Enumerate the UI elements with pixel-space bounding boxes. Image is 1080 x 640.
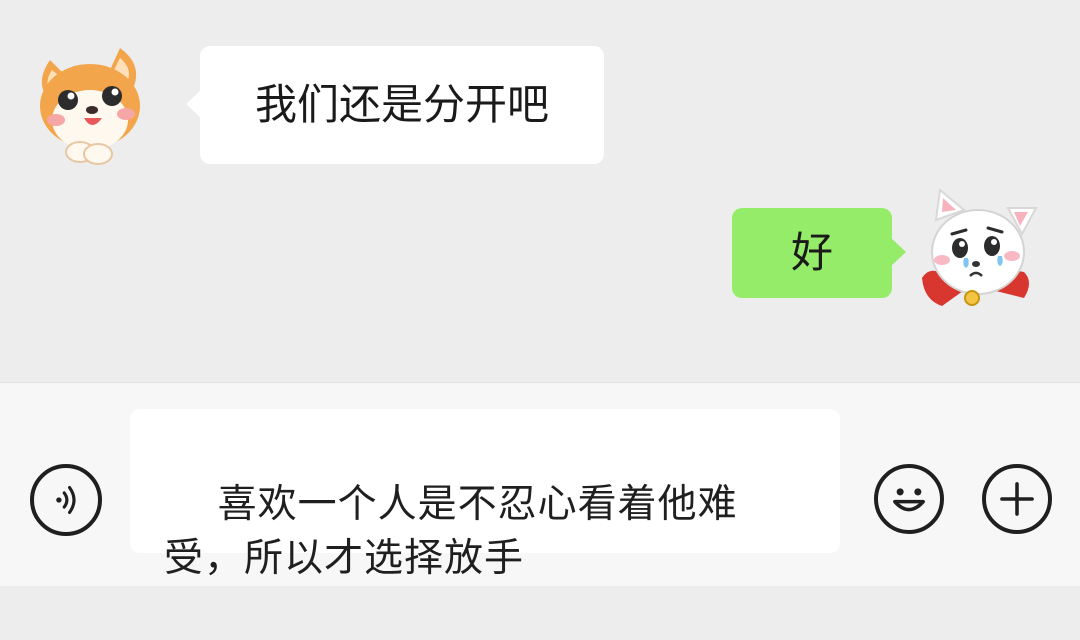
smiley-face-icon <box>893 488 925 512</box>
message-input-bar: 喜欢一个人是不忍心看着他难受，所以才选择放手 <box>0 382 1080 586</box>
white-cat-avatar-graphic <box>922 188 1038 306</box>
shiba-dog-avatar-icon[interactable] <box>22 40 152 170</box>
incoming-message-bubble[interactable]: 我们还是分开吧 <box>186 46 604 164</box>
outgoing-message-bubble[interactable]: 好 <box>732 208 906 298</box>
incoming-message-text: 我们还是分开吧 <box>254 80 549 129</box>
outgoing-message-text: 好 <box>790 228 833 277</box>
emoji-button[interactable] <box>874 464 944 534</box>
shiba-dog-avatar-graphic <box>40 48 140 165</box>
message-input-field[interactable]: 喜欢一个人是不忍心看着他难受，所以才选择放手 <box>130 409 840 581</box>
white-cat-avatar-icon[interactable] <box>912 186 1042 316</box>
chat-area: 我们还是分开吧 好 <box>0 0 1080 382</box>
plus-icon <box>1000 482 1034 516</box>
voice-button[interactable] <box>30 464 102 536</box>
message-input-text: 喜欢一个人是不忍心看着他难受，所以才选择放手 <box>164 482 738 581</box>
voice-icon <box>56 486 76 514</box>
more-options-button[interactable] <box>982 464 1052 534</box>
